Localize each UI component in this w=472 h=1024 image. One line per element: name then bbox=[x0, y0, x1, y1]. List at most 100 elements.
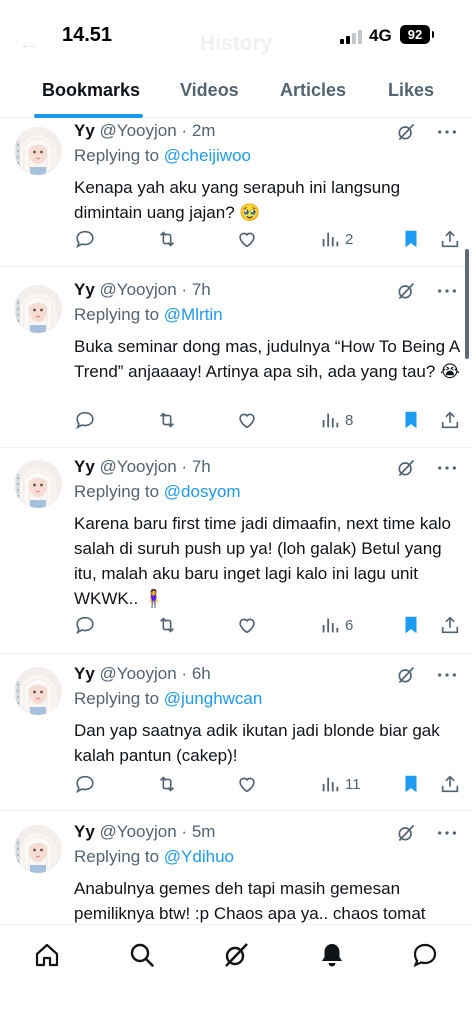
replying-to: Replying to @junghwcan bbox=[74, 686, 460, 712]
signal-icon bbox=[340, 28, 364, 44]
bookmark-button[interactable] bbox=[400, 408, 422, 432]
mention-link[interactable]: @cheijiwoo bbox=[164, 146, 251, 165]
retweet-button[interactable] bbox=[156, 408, 178, 432]
tweet-actions: 8 bbox=[74, 408, 462, 434]
mention-link[interactable]: @Ydihuo bbox=[164, 847, 234, 866]
tweet[interactable]: Yy @Yooyjon · 5m Replying to @Ydihuo Ana… bbox=[0, 811, 472, 924]
tweet[interactable]: Yy @Yooyjon · 7h Replying to @dosyom Kar… bbox=[0, 448, 472, 654]
retweet-button[interactable] bbox=[156, 613, 178, 637]
grok-icon[interactable] bbox=[396, 665, 416, 685]
avatar[interactable] bbox=[14, 460, 62, 508]
display-name[interactable]: Yy bbox=[74, 280, 95, 299]
nav-grok[interactable] bbox=[222, 941, 250, 969]
tweet-text: Buka seminar dong mas, judulnya “How To … bbox=[74, 337, 460, 381]
like-button[interactable] bbox=[236, 227, 258, 251]
tweet[interactable]: Yy @Yooyjon · 2m Replying to @cheijiwoo … bbox=[0, 119, 472, 267]
views-button[interactable]: 8 bbox=[319, 408, 353, 432]
replying-to-label: Replying to bbox=[74, 305, 160, 324]
views-button[interactable]: 11 bbox=[319, 772, 361, 796]
more-options-icon[interactable] bbox=[436, 823, 458, 843]
tab-bookmarks[interactable]: Bookmarks bbox=[42, 80, 140, 101]
tab-videos[interactable]: Videos bbox=[180, 80, 239, 101]
like-icon bbox=[239, 413, 255, 429]
views-button[interactable]: 6 bbox=[319, 613, 353, 637]
tweet-time[interactable]: 2m bbox=[192, 121, 216, 140]
separator-dot: · bbox=[181, 664, 188, 683]
grok-icon[interactable] bbox=[396, 823, 416, 843]
share-button[interactable] bbox=[439, 772, 461, 796]
tweet-time[interactable]: 5m bbox=[192, 822, 216, 841]
tab-bar: Bookmarks Videos Articles Likes bbox=[0, 66, 472, 118]
reply-icon bbox=[76, 230, 94, 249]
more-options-icon[interactable] bbox=[436, 458, 458, 478]
like-icon bbox=[239, 777, 255, 793]
avatar[interactable] bbox=[14, 127, 62, 175]
more-options-icon[interactable] bbox=[436, 122, 458, 142]
nav-notifications[interactable] bbox=[318, 941, 346, 969]
tab-likes[interactable]: Likes bbox=[388, 80, 434, 101]
views-icon bbox=[322, 618, 339, 633]
tweet-time[interactable]: 7h bbox=[192, 280, 211, 299]
separator-dot: · bbox=[181, 121, 188, 140]
avatar[interactable] bbox=[14, 825, 62, 873]
mention-link[interactable]: @Mlrtin bbox=[164, 305, 223, 324]
mention-link[interactable]: @junghwcan bbox=[164, 689, 263, 708]
user-handle[interactable]: @Yooyjon bbox=[100, 664, 177, 683]
retweet-button[interactable] bbox=[156, 227, 178, 251]
separator-dot: · bbox=[181, 280, 188, 299]
user-handle[interactable]: @Yooyjon bbox=[100, 457, 177, 476]
bookmarks-feed[interactable]: Yy @Yooyjon · 2m Replying to @cheijiwoo … bbox=[0, 119, 472, 924]
tab-articles[interactable]: Articles bbox=[280, 80, 346, 101]
scrollbar[interactable] bbox=[465, 249, 469, 359]
replying-to-label: Replying to bbox=[74, 689, 160, 708]
grok-icon[interactable] bbox=[396, 458, 416, 478]
reply-button[interactable] bbox=[74, 613, 96, 637]
share-button[interactable] bbox=[439, 613, 461, 637]
grok-icon[interactable] bbox=[396, 122, 416, 142]
views-button[interactable]: 2 bbox=[319, 227, 353, 251]
more-options-icon[interactable] bbox=[436, 665, 458, 685]
separator-dot: · bbox=[181, 822, 188, 841]
share-icon bbox=[441, 616, 459, 634]
reply-button[interactable] bbox=[74, 227, 96, 251]
share-button[interactable] bbox=[439, 408, 461, 432]
grok-icon[interactable] bbox=[396, 281, 416, 301]
tweet[interactable]: Yy @Yooyjon · 6h Replying to @junghwcan … bbox=[0, 654, 472, 811]
nav-search[interactable] bbox=[128, 941, 156, 969]
reply-button[interactable] bbox=[74, 772, 96, 796]
reply-icon bbox=[76, 775, 94, 794]
retweet-icon bbox=[159, 776, 175, 792]
views-icon bbox=[322, 413, 339, 428]
like-button[interactable] bbox=[236, 772, 258, 796]
bookmark-button[interactable] bbox=[400, 227, 422, 251]
bookmark-button[interactable] bbox=[400, 772, 422, 796]
grok-icon bbox=[225, 943, 248, 967]
share-icon bbox=[441, 775, 459, 793]
mention-link[interactable]: @dosyom bbox=[164, 482, 241, 501]
tweet-actions: 6 bbox=[74, 613, 462, 639]
display-name[interactable]: Yy bbox=[74, 121, 95, 140]
display-name[interactable]: Yy bbox=[74, 457, 95, 476]
more-options-icon[interactable] bbox=[436, 281, 458, 301]
display-name[interactable]: Yy bbox=[74, 664, 95, 683]
views-count: 2 bbox=[345, 230, 354, 248]
user-handle[interactable]: @Yooyjon bbox=[100, 121, 177, 140]
avatar[interactable] bbox=[14, 285, 62, 333]
nav-home[interactable] bbox=[33, 941, 61, 969]
like-button[interactable] bbox=[236, 613, 258, 637]
tweet-time[interactable]: 6h bbox=[192, 664, 211, 683]
nav-messages[interactable] bbox=[411, 941, 439, 969]
display-name[interactable]: Yy bbox=[74, 822, 95, 841]
avatar[interactable] bbox=[14, 667, 62, 715]
like-button[interactable] bbox=[236, 408, 258, 432]
reply-button[interactable] bbox=[74, 408, 96, 432]
bookmark-button[interactable] bbox=[400, 613, 422, 637]
retweet-button[interactable] bbox=[156, 772, 178, 796]
share-button[interactable] bbox=[439, 227, 461, 251]
tweet-time[interactable]: 7h bbox=[192, 457, 211, 476]
user-handle[interactable]: @Yooyjon bbox=[100, 822, 177, 841]
share-icon bbox=[441, 230, 459, 248]
tweet[interactable]: Yy @Yooyjon · 7h Replying to @Mlrtin Buk… bbox=[0, 267, 472, 448]
retweet-icon bbox=[159, 412, 175, 428]
user-handle[interactable]: @Yooyjon bbox=[100, 280, 177, 299]
